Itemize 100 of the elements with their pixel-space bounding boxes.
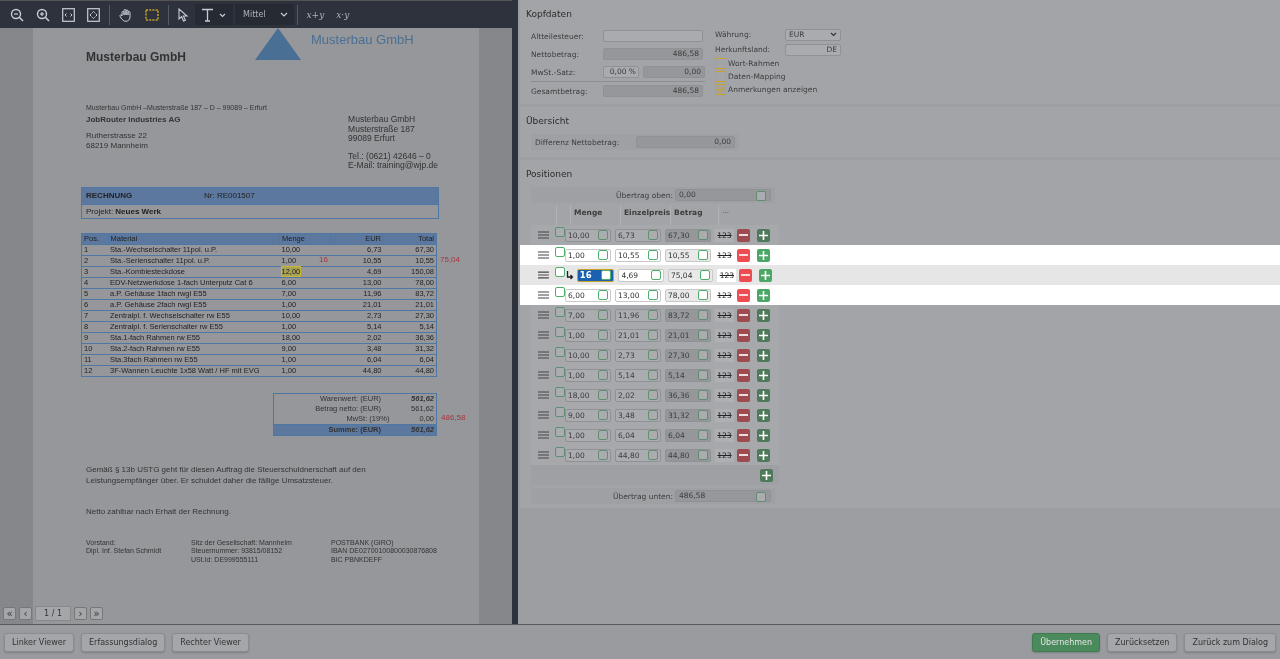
checkbox[interactable] (555, 247, 565, 257)
checkbox[interactable] (715, 58, 726, 69)
add-button[interactable] (757, 228, 770, 242)
plus-icon (759, 310, 768, 320)
action-button[interactable]: Zurück zum Dialog (1184, 632, 1276, 652)
add-button[interactable] (757, 308, 770, 322)
minus-icon (739, 414, 748, 416)
checkbox[interactable] (555, 387, 565, 397)
plus-icon (759, 430, 768, 440)
annotation-text: 486,58 (441, 412, 466, 423)
plus-icon (761, 270, 771, 280)
remove-button[interactable] (737, 348, 750, 362)
add-button[interactable] (757, 288, 770, 302)
remove-button[interactable] (737, 288, 750, 302)
view-button[interactable]: Rechter Viewer (172, 632, 249, 652)
last-page-button[interactable]: » (90, 607, 103, 620)
drag-handle-icon[interactable] (538, 231, 549, 239)
remove-button[interactable] (737, 368, 750, 382)
add-button[interactable] (757, 428, 770, 442)
view-button[interactable]: Erfassungsdialog (81, 632, 166, 652)
first-page-button[interactable]: « (3, 607, 16, 620)
add-button[interactable] (759, 268, 772, 282)
checkbox[interactable] (555, 427, 565, 437)
remove-button[interactable] (737, 448, 750, 462)
drag-handle-icon[interactable] (538, 351, 549, 359)
add-button[interactable] (757, 408, 770, 422)
sender-address-line: 99089 Erfurt (348, 134, 396, 144)
remove-button[interactable] (737, 428, 750, 442)
checkbox[interactable] (555, 307, 565, 317)
caret-icon (279, 11, 288, 18)
remove-button[interactable] (737, 228, 750, 242)
minus-icon (741, 274, 751, 276)
minus-icon (739, 334, 748, 336)
checkbox[interactable] (555, 227, 565, 237)
section-title: Positionen (526, 169, 574, 179)
minus-icon (739, 294, 748, 296)
company-name: Musterbau GmbH (86, 50, 187, 64)
logo-text: Musterbau GmbH (311, 32, 414, 47)
checkbox[interactable] (555, 447, 565, 457)
remove-button[interactable] (737, 388, 750, 402)
add-button[interactable] (757, 368, 770, 382)
note-paragraph: Gemäß § 13b USTG geht für diesen Auftrag die Steuerschuldnerschaft auf den Leistungsempfänger über. Er schuldet daher die fällige Umsatzsteuer. (86, 463, 367, 486)
add-button[interactable] (757, 248, 770, 262)
add-button[interactable] (757, 388, 770, 402)
input-field[interactable] (603, 30, 703, 42)
plus-icon (759, 290, 768, 300)
drag-handle-icon[interactable] (538, 331, 549, 339)
arrow-icon (566, 270, 575, 280)
add-button[interactable] (757, 328, 770, 342)
checkbox[interactable] (555, 287, 565, 297)
project-line: Projekt: Neues Werk (85, 205, 162, 218)
remove-button[interactable] (739, 268, 753, 282)
checkbox[interactable] (555, 367, 565, 377)
formula-button[interactable]: x·y (330, 9, 356, 20)
annotation-text: 75,04 (440, 254, 461, 265)
drag-handle-icon[interactable] (538, 371, 549, 379)
invoice-number: Nr: RE001507 (204, 191, 255, 200)
checkbox[interactable] (555, 347, 565, 357)
minus-icon (739, 434, 748, 436)
action-button[interactable]: Zurücksetzen (1107, 632, 1178, 652)
add-button[interactable] (757, 348, 770, 362)
checkbox[interactable] (715, 71, 726, 82)
remove-button[interactable] (737, 408, 750, 422)
remove-button[interactable] (737, 328, 750, 342)
page-number-field[interactable]: 1 / 1 (35, 606, 71, 621)
checkbox[interactable] (555, 327, 565, 337)
recipient-address-line: 68219 Mannheim (86, 141, 149, 151)
checkbox[interactable] (756, 492, 766, 502)
drag-handle-icon[interactable] (538, 251, 549, 259)
drag-handle-icon[interactable] (538, 431, 549, 439)
text-tool-icon[interactable] (195, 4, 233, 25)
section-title: Kopfdaten (526, 9, 573, 19)
remove-button[interactable] (737, 308, 750, 322)
drag-handle-icon[interactable] (538, 451, 549, 459)
caret-icon (830, 32, 837, 37)
plus-icon (759, 370, 768, 380)
drag-handle-icon[interactable] (538, 411, 549, 419)
next-page-button[interactable]: › (74, 607, 87, 620)
minus-icon (739, 354, 748, 356)
drag-handle-icon[interactable] (538, 391, 549, 399)
add-button[interactable] (757, 448, 770, 462)
checkbox[interactable] (756, 191, 766, 201)
previous-page-button[interactable]: ‹ (19, 607, 32, 620)
action-button[interactable]: Übernehmen (1032, 632, 1101, 652)
drag-handle-icon[interactable] (538, 311, 549, 319)
annotation-text: 16 (319, 254, 328, 265)
checkbox[interactable] (554, 267, 565, 277)
checkbox[interactable] (555, 407, 565, 417)
remove-button[interactable] (737, 248, 750, 262)
checkbox[interactable] (715, 84, 726, 95)
formula-button[interactable]: x+y (300, 9, 331, 20)
minus-icon (739, 314, 748, 316)
minus-icon (739, 374, 748, 376)
size-select[interactable]: Mittel (235, 4, 294, 25)
input-field[interactable]: 16 (576, 268, 615, 282)
view-button[interactable]: Linker Viewer (4, 632, 75, 652)
drag-handle-icon[interactable] (538, 271, 549, 279)
section-title: Übersicht (526, 116, 570, 126)
add-button[interactable] (760, 468, 773, 482)
drag-handle-icon[interactable] (538, 291, 549, 299)
